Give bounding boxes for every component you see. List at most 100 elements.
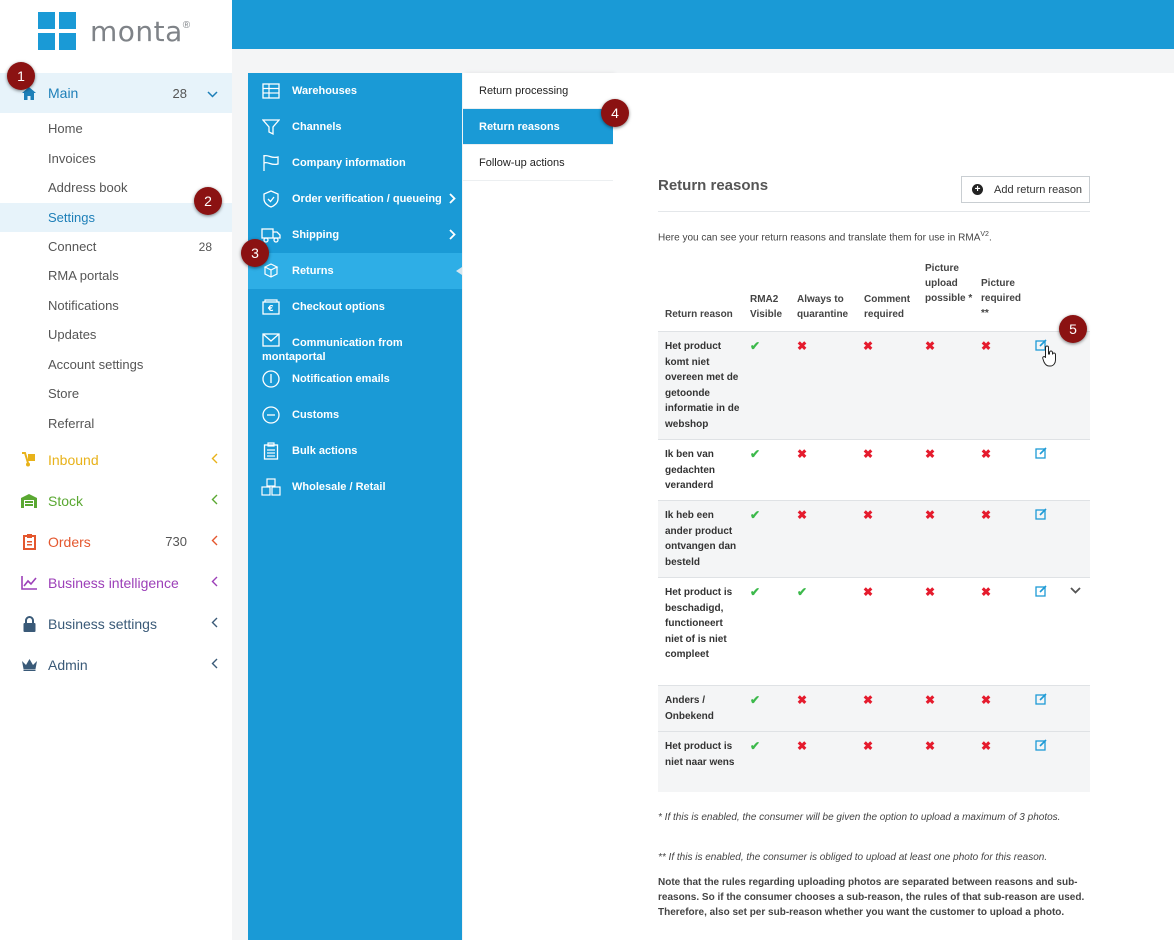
table-row[interactable]: Het product is beschadigd, functioneert …	[658, 577, 1090, 685]
sidebar-item-referral[interactable]: Referral	[0, 409, 232, 438]
sidebar-group-label: Orders	[48, 533, 91, 550]
sidebar-group-inbound[interactable]: Inbound	[0, 439, 232, 480]
intro-text-end: .	[988, 232, 992, 244]
cross-icon: ✖	[981, 508, 992, 522]
check-icon: ✔	[750, 447, 761, 461]
settings-menu-order-verification[interactable]: Order verification / queueing	[248, 181, 462, 217]
check-icon: ✔	[750, 693, 761, 707]
settings-menu-bulk-actions[interactable]: Bulk actions	[248, 433, 462, 469]
sidebar-item-connect[interactable]: Connect 28	[0, 232, 232, 261]
sidebar-group-business-intelligence[interactable]: Business intelligence	[0, 562, 232, 603]
settings-menu-checkout-options[interactable]: € Checkout options	[248, 289, 462, 325]
page-title: Return reasons	[658, 177, 769, 194]
cross-icon: ✖	[797, 508, 808, 522]
step-marker-1: 1	[7, 62, 35, 90]
settings-menu-label: Shipping	[292, 229, 340, 241]
edit-icon[interactable]	[1035, 739, 1047, 754]
edit-icon[interactable]	[1035, 447, 1047, 462]
add-return-reason-button[interactable]: + Add return reason	[961, 176, 1090, 203]
sidebar-item-invoices[interactable]: Invoices	[0, 144, 232, 173]
table-row[interactable]: Ik heb een ander product ontvangen dan b…	[658, 500, 1090, 577]
step-marker-3: 3	[241, 239, 269, 267]
sidebar-item-label: Connect	[48, 239, 97, 254]
settings-menu-warehouses[interactable]: Warehouses	[248, 73, 462, 109]
settings-menu-notification-emails[interactable]: Notification emails	[248, 361, 462, 397]
sidebar-group-main[interactable]: Main 28	[0, 73, 232, 113]
sidebar-item-label: Settings	[48, 210, 95, 225]
intro-superscript: V2	[980, 231, 989, 238]
settings-menu-label: Customs	[292, 409, 340, 421]
intro-text-main: Here you can see your return reasons and…	[658, 232, 981, 244]
cross-icon: ✖	[863, 339, 874, 353]
table-row[interactable]: Het product is niet naar wens ✔ ✖ ✖ ✖ ✖	[658, 731, 1090, 792]
sidebar-group-label: Main	[48, 85, 79, 101]
settings-menu-label: Notification emails	[292, 373, 390, 385]
cross-icon: ✖	[981, 447, 992, 461]
settings-menu-communication[interactable]: Communication from montaportal	[248, 325, 462, 363]
sidebar-item-home[interactable]: Home	[0, 114, 232, 143]
settings-menu-customs[interactable]: Customs	[248, 397, 462, 433]
chevron-left-icon	[211, 493, 218, 508]
sidebar-group-stock[interactable]: Stock	[0, 480, 232, 521]
sidebar-item-label: Notifications	[48, 298, 119, 313]
cross-icon: ✖	[863, 585, 874, 599]
cross-icon: ✖	[863, 447, 874, 461]
check-icon: ✔	[797, 585, 808, 599]
returns-menu-return-reasons[interactable]: Return reasons	[463, 109, 613, 145]
edit-icon[interactable]	[1035, 585, 1047, 600]
sidebar-item-label: RMA portals	[48, 268, 119, 283]
sidebar-group-count: 28	[172, 85, 187, 101]
boxes-icon	[261, 477, 281, 497]
sidebar-item-label: Updates	[48, 327, 97, 342]
cross-icon: ✖	[797, 447, 808, 461]
header-rma2-visible: RMA2 Visible	[750, 294, 783, 320]
settings-menu-label: Checkout options	[292, 301, 385, 313]
table-row[interactable]: Anders / Onbekend ✔ ✖ ✖ ✖ ✖	[658, 685, 1090, 731]
monta-logo[interactable]: monta ®	[38, 11, 190, 51]
settings-menu-returns[interactable]: Returns	[248, 253, 462, 289]
sidebar-item-store[interactable]: Store	[0, 379, 232, 408]
returns-menu-return-processing[interactable]: Return processing	[463, 73, 613, 109]
sidebar-group-business-settings[interactable]: Business settings	[0, 603, 232, 644]
logo-registered: ®	[182, 19, 191, 31]
sidebar-group-count: 730	[165, 534, 187, 549]
step-marker-4: 4	[601, 99, 629, 127]
cross-icon: ✖	[981, 693, 992, 707]
cross-icon: ✖	[925, 693, 936, 707]
sidebar-item-updates[interactable]: Updates	[0, 320, 232, 349]
sidebar-item-notifications[interactable]: Notifications	[0, 291, 232, 320]
edit-icon[interactable]	[1035, 693, 1047, 708]
returns-menu-follow-up-actions[interactable]: Follow-up actions	[463, 145, 613, 181]
footnote-upload: * If this is enabled, the consumer will …	[658, 812, 1061, 823]
sidebar-item-account-settings[interactable]: Account settings	[0, 350, 232, 379]
settings-menu-shipping[interactable]: Shipping	[248, 217, 462, 253]
settings-menu-channels[interactable]: Channels	[248, 109, 462, 145]
cross-icon: ✖	[925, 447, 936, 461]
sidebar-group-orders[interactable]: Orders 730	[0, 521, 232, 562]
settings-menu-wholesale-retail[interactable]: Wholesale / Retail	[248, 469, 462, 505]
header-comment-required: Comment required	[864, 294, 911, 320]
table-row[interactable]: Het product komt niet overeen met de get…	[658, 331, 1090, 439]
row-reason: Het product komt niet overeen met de get…	[665, 341, 740, 430]
chevron-down-icon[interactable]	[1070, 583, 1081, 597]
cross-icon: ✖	[981, 339, 992, 353]
settings-menu-company-information[interactable]: Company information	[248, 145, 462, 181]
sidebar-group-label: Admin	[48, 656, 88, 673]
logo-text: monta	[90, 14, 183, 48]
sidebar-item-label: Address book	[48, 180, 128, 195]
settings-menu-label: Warehouses	[292, 85, 358, 97]
step-marker-5: 5	[1059, 315, 1087, 343]
sidebar-group-admin[interactable]: Admin	[0, 644, 232, 685]
table-row[interactable]: Ik ben van gedachten veranderd ✔ ✖ ✖ ✖ ✖	[658, 439, 1090, 500]
check-icon: ✔	[750, 739, 761, 753]
cross-icon: ✖	[925, 585, 936, 599]
minus-circle-icon	[261, 405, 281, 425]
step-marker-2: 2	[194, 187, 222, 215]
edit-icon[interactable]	[1035, 508, 1047, 523]
settings-menu-label: Company information	[292, 157, 406, 169]
footnote-required: ** If this is enabled, the consumer is o…	[658, 852, 1048, 863]
settings-menu-label: Channels	[292, 121, 342, 133]
sidebar-group-label: Stock	[48, 492, 84, 509]
cross-icon: ✖	[863, 739, 874, 753]
sidebar-item-rma-portals[interactable]: RMA portals	[0, 261, 232, 290]
